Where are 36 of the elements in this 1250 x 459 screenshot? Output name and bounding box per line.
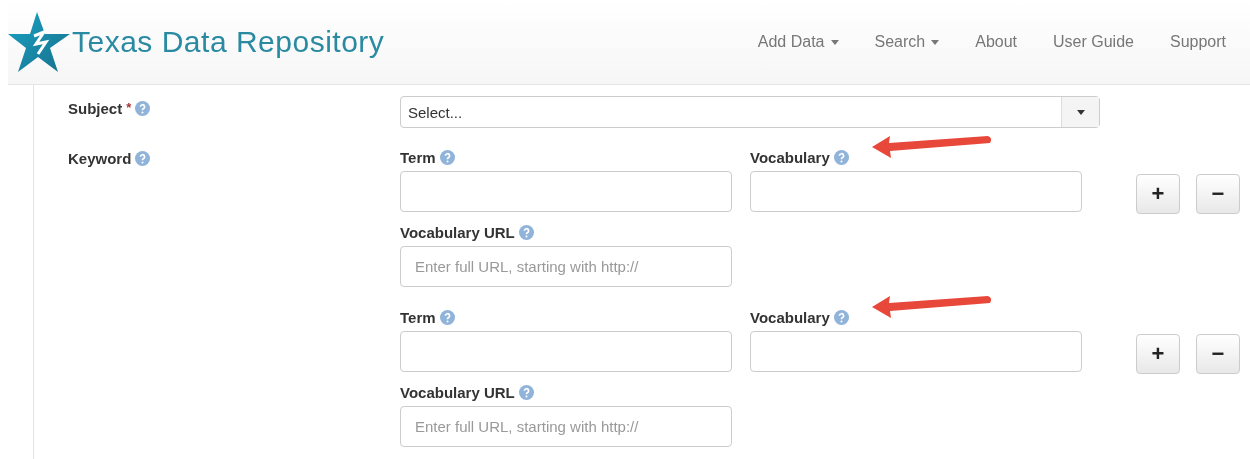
field-label: Vocabulary URL — [400, 223, 515, 241]
field-label: Term — [400, 308, 436, 326]
help-icon[interactable] — [135, 151, 151, 166]
vocabulary-input[interactable] — [750, 331, 1082, 372]
nav-link[interactable]: Support — [1169, 33, 1226, 51]
subject-select[interactable]: Select... — [400, 96, 1100, 128]
help-icon[interactable] — [135, 101, 151, 116]
vocabulary-input[interactable] — [750, 171, 1082, 212]
site-title[interactable]: Texas Data Repository — [72, 25, 385, 59]
nav-link[interactable]: User Guide — [1053, 33, 1134, 51]
help-icon[interactable] — [439, 310, 455, 325]
field-label: Vocabulary — [750, 308, 830, 326]
nav-link[interactable]: Add Data — [757, 33, 839, 51]
help-icon[interactable] — [518, 225, 534, 240]
help-icon[interactable] — [833, 150, 849, 165]
term-input[interactable] — [400, 331, 732, 372]
field-label: Subject — [68, 100, 123, 117]
caret-icon — [1076, 109, 1085, 115]
help-icon[interactable] — [833, 310, 849, 325]
term-input[interactable] — [400, 171, 732, 212]
field-label: Term — [400, 148, 436, 166]
url-input[interactable]: Enter full URL, starting with http:// — [400, 246, 732, 287]
help-icon[interactable] — [518, 385, 534, 400]
remove-button[interactable]: − — [1196, 174, 1240, 214]
add-button[interactable]: + — [1136, 174, 1180, 214]
add-button[interactable]: + — [1136, 334, 1180, 374]
nav-link[interactable]: Search — [874, 33, 940, 51]
star-logo-icon — [8, 10, 72, 74]
help-icon[interactable] — [439, 150, 455, 165]
field-label: Vocabulary URL — [400, 383, 515, 401]
field-label: Keyword — [68, 150, 132, 167]
required-mark: * — [126, 100, 132, 115]
remove-button[interactable]: − — [1196, 334, 1240, 374]
field-label: Vocabulary — [750, 148, 830, 166]
url-input[interactable]: Enter full URL, starting with http:// — [400, 406, 732, 447]
nav-link[interactable]: About — [975, 33, 1018, 51]
